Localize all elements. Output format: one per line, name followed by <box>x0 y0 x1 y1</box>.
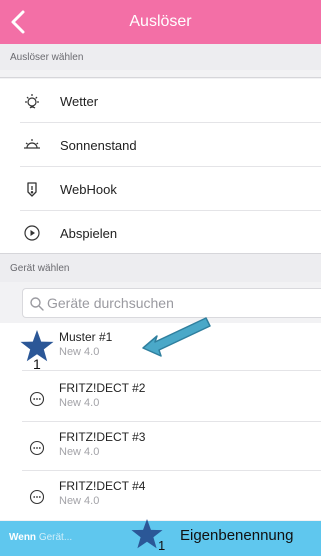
app-header: Auslöser <box>0 0 321 44</box>
sun-icon <box>22 135 42 155</box>
device-subtitle: New 4.0 <box>59 397 100 409</box>
play-icon <box>22 223 42 243</box>
search-icon <box>30 297 44 311</box>
device-status-icon <box>29 440 45 456</box>
trigger-item-wetter[interactable]: Wetter <box>0 79 321 123</box>
back-button[interactable] <box>6 6 34 38</box>
weather-icon <box>22 91 42 111</box>
device-name: Muster #1 <box>59 330 113 344</box>
trigger-list: Wetter Sonnenstand WebHook Abspielen <box>0 79 321 253</box>
trigger-label: Abspielen <box>60 225 118 241</box>
device-name: FRITZ!DECT #3 <box>59 430 146 444</box>
device-subtitle: New 4.0 <box>59 446 100 458</box>
divider <box>22 421 321 422</box>
star-subscript: 1 <box>158 538 166 553</box>
arrow-annotation-icon <box>142 317 211 357</box>
device-status-icon <box>29 489 45 505</box>
trigger-label: Sonnenstand <box>60 137 137 153</box>
device-item-fritzdect-2[interactable]: FRITZ!DECT #2 New 4.0 <box>0 374 321 422</box>
trigger-item-webhook[interactable]: WebHook <box>0 167 321 211</box>
chevron-left-icon <box>11 10 25 34</box>
section-label-triggers: Auslöser wählen <box>0 44 321 70</box>
device-subtitle: New 4.0 <box>59 495 100 507</box>
footer-annotation-text: Eigenbenennung <box>180 527 294 544</box>
section-divider <box>0 77 321 78</box>
section-label-devices: Gerät wählen <box>0 254 321 282</box>
trigger-item-sonnenstand[interactable]: Sonnenstand <box>0 123 321 167</box>
webhook-icon <box>22 179 42 199</box>
device-name: FRITZ!DECT #4 <box>59 479 146 493</box>
device-item-fritzdect-4[interactable]: FRITZ!DECT #4 New 4.0 <box>0 472 321 520</box>
trigger-item-abspielen[interactable]: Abspielen <box>0 211 321 255</box>
star-subscript: 1 <box>33 356 41 372</box>
device-name: FRITZ!DECT #2 <box>59 381 146 395</box>
footer-bar[interactable]: Wenn Gerät... 1 Eigenbenennung <box>0 518 321 556</box>
device-subtitle: New 4.0 <box>59 346 100 358</box>
device-item-fritzdect-3[interactable]: FRITZ!DECT #3 New 4.0 <box>0 423 321 471</box>
page-title: Auslöser <box>129 13 192 30</box>
trigger-label: WebHook <box>60 181 117 197</box>
divider <box>22 470 321 471</box>
trigger-label: Wetter <box>60 93 99 109</box>
footer-label: Wenn Gerät... <box>9 532 73 543</box>
device-status-icon <box>29 391 45 407</box>
divider <box>22 370 321 371</box>
search-placeholder: Geräte durchsuchen <box>47 295 174 311</box>
